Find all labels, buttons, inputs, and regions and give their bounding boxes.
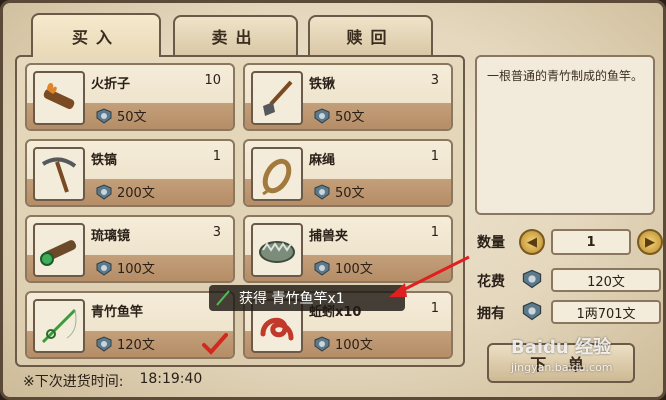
item-price: 50文 [95, 106, 147, 125]
quantity-field[interactable]: 1 [551, 229, 631, 255]
coin-icon [96, 107, 112, 124]
coin-icon [314, 259, 330, 276]
obtained-toast: 获得 青竹鱼竿x1 [209, 285, 405, 311]
item-list-panel: 火折子 10 50文 铁锹 3 50文 铁镐 1 200文 麻绳 1 50文 琉… [15, 55, 465, 367]
coin-icon [522, 269, 542, 289]
coin-icon [96, 183, 112, 200]
toast-text: 获得 青竹鱼竿x1 [239, 291, 345, 307]
shovel-icon [251, 71, 303, 125]
restock-timer: ※下次进货时间: 18:19:40 [23, 371, 202, 391]
shop-window: 买入 卖出 赎回 火折子 10 50文 铁锹 3 50文 铁镐 1 200文 麻… [0, 0, 666, 400]
red-arrow-icon [389, 255, 470, 297]
cost-label: 花费 [477, 274, 505, 290]
coin-icon [96, 259, 112, 276]
item-price: 100文 [313, 258, 373, 277]
item-price: 50文 [313, 182, 365, 201]
item-card-fire-torch[interactable]: 火折子 10 50文 [25, 63, 235, 131]
owned-value: 1两701文 [551, 300, 661, 324]
item-name: 铁锹 [309, 77, 336, 92]
spyglass-icon [33, 223, 85, 277]
item-card-shovel[interactable]: 铁锹 3 50文 [243, 63, 453, 131]
coin-icon [314, 335, 330, 352]
coin-icon [314, 183, 330, 200]
item-name: 琉璃镜 [91, 229, 131, 244]
rope-icon [251, 147, 303, 201]
item-card-rope[interactable]: 麻绳 1 50文 [243, 139, 453, 207]
baidu-watermark: Baidu 经验 jingyan.baidu.com [511, 337, 613, 374]
fire-torch-icon [33, 71, 85, 125]
item-name: 捕兽夹 [309, 229, 349, 244]
restock-time: 18:19:40 [139, 371, 203, 387]
item-name: 火折子 [91, 77, 131, 92]
increase-button[interactable]: ▶ [637, 229, 663, 255]
coin-icon [522, 301, 542, 321]
item-price: 200文 [95, 182, 155, 201]
item-name: 麻绳 [309, 153, 336, 168]
owned-label: 拥有 [477, 306, 505, 322]
item-qty: 3 [212, 225, 221, 240]
fishing-rod-icon [216, 290, 230, 306]
tab-buy[interactable]: 买入 [31, 13, 161, 57]
item-qty: 3 [430, 73, 439, 88]
item-description: 一根普通的青竹制成的鱼竿。 [475, 55, 655, 215]
item-price: 120文 [95, 334, 155, 353]
pickaxe-icon [33, 147, 85, 201]
item-qty: 1 [430, 225, 439, 240]
tab-redeem[interactable]: 赎回 [308, 15, 433, 55]
item-price: 100文 [95, 258, 155, 277]
item-name: 铁镐 [91, 153, 118, 168]
item-qty: 1 [212, 149, 221, 164]
coin-icon [314, 107, 330, 124]
item-price: 100文 [313, 334, 373, 353]
cost-value: 120文 [551, 268, 661, 292]
check-icon [202, 333, 228, 355]
restock-label: ※下次进货时间: [23, 374, 124, 390]
trap-icon [251, 223, 303, 277]
chevron-right-icon: ▶ [645, 234, 655, 250]
tab-sell[interactable]: 卖出 [173, 15, 298, 55]
item-name: 青竹鱼竿 [91, 305, 144, 320]
chevron-left-icon: ◀ [527, 234, 537, 250]
item-qty: 1 [430, 149, 439, 164]
item-card-spyglass[interactable]: 琉璃镜 3 100文 [25, 215, 235, 283]
fishing-rod-icon [33, 299, 85, 353]
coin-icon [96, 335, 112, 352]
item-card-pickaxe[interactable]: 铁镐 1 200文 [25, 139, 235, 207]
item-qty: 10 [204, 73, 221, 88]
item-qty: 1 [430, 301, 439, 316]
decrease-button[interactable]: ◀ [519, 229, 545, 255]
quantity-label: 数量 [477, 235, 505, 251]
item-price: 50文 [313, 106, 365, 125]
